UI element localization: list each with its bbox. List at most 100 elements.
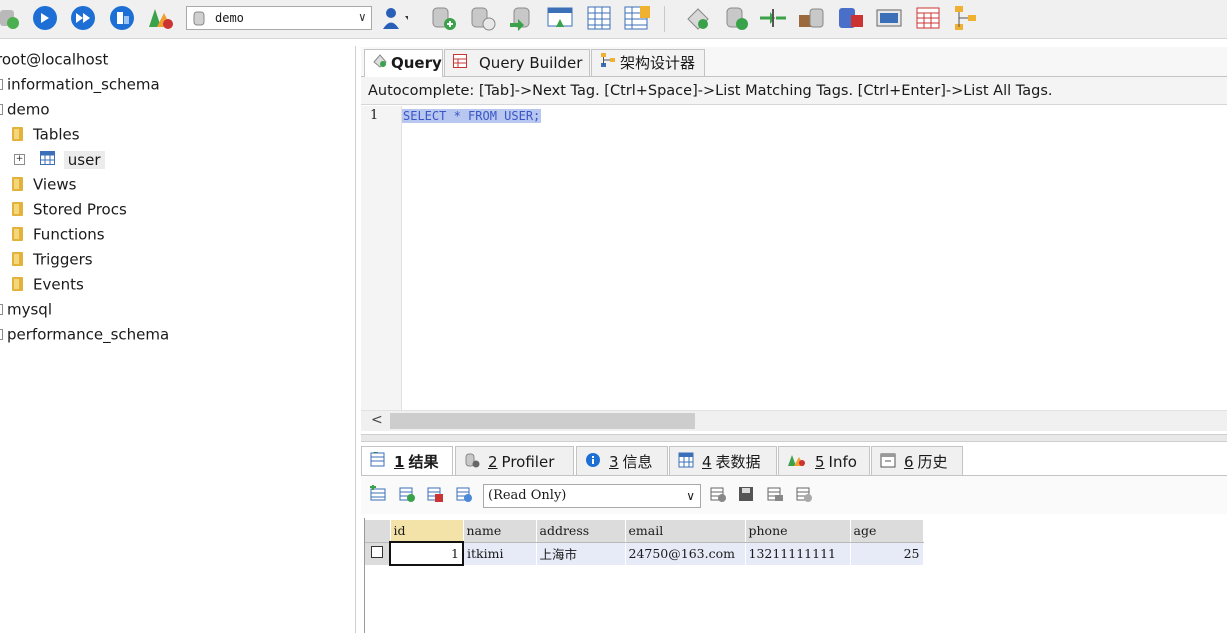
grid-cell[interactable]: itkimi — [463, 542, 537, 565]
new-database-icon[interactable] — [430, 4, 458, 32]
tree-folder-views[interactable]: Views — [12, 173, 76, 195]
column-header[interactable]: name — [463, 520, 537, 543]
line-number-gutter: 1 — [361, 106, 402, 410]
tab-table-data[interactable]: 4 表数据 — [669, 446, 777, 475]
calendar-icon[interactable] — [914, 4, 942, 32]
folder-icon — [12, 176, 23, 191]
data-sync-icon[interactable] — [723, 4, 751, 32]
query-builder-icon[interactable] — [836, 4, 864, 32]
column-header[interactable]: phone — [745, 520, 851, 543]
profiler-icon — [464, 448, 480, 478]
pane-splitter[interactable] — [361, 434, 1227, 442]
grid-settings-icon[interactable] — [795, 485, 813, 507]
row-checkbox[interactable] — [365, 542, 391, 565]
refresh-icon[interactable] — [31, 4, 59, 32]
execute-all-icon[interactable] — [108, 4, 136, 32]
tab-query-builder[interactable]: Query Builder — [444, 49, 590, 76]
drop-database-icon[interactable] — [469, 4, 497, 32]
tree-db-performance-schema[interactable]: performance_schema — [0, 323, 169, 345]
toolbar-separator — [664, 6, 665, 32]
data-transfer-icon[interactable] — [797, 4, 825, 32]
column-header[interactable]: email — [625, 520, 746, 543]
folder-icon — [12, 251, 23, 266]
tree-table-user[interactable]: + user — [14, 148, 105, 170]
schema-sync-icon[interactable] — [758, 4, 786, 32]
column-header[interactable]: age — [850, 520, 924, 543]
expand-icon[interactable]: + — [14, 154, 25, 165]
line-number: 1 — [370, 108, 379, 123]
checkbox-icon[interactable] — [371, 546, 383, 559]
backup-icon[interactable] — [508, 4, 536, 32]
database-icon — [193, 11, 205, 29]
tab-query[interactable]: Query — [364, 49, 443, 77]
sql-text[interactable]: SELECT * FROM USER; — [402, 109, 542, 123]
query-builder-icon — [453, 50, 467, 77]
table-data-icon — [678, 448, 694, 478]
tab-info[interactable]: 5 Info — [778, 446, 870, 475]
tab-profiler[interactable]: 2 Profiler — [455, 446, 574, 475]
export-icon[interactable] — [709, 485, 727, 507]
result-tab-bar: 1 结果 2 Profiler 3 信息 4 表数据 5 Info 6 历史 — [361, 446, 1227, 476]
main-toolbar: demo ∨ — [0, 0, 1227, 39]
column-header[interactable]: address — [536, 520, 626, 543]
chevron-down-icon[interactable]: ∨ — [359, 10, 366, 24]
column-header[interactable]: id — [390, 520, 464, 543]
grid-cell[interactable]: 25 — [850, 542, 924, 565]
result-grid-area: id name address email phone age 1 itkimi… — [364, 518, 1227, 633]
object-browser: root@localhost information_schema demo T… — [0, 46, 356, 633]
user-manager-icon[interactable] — [380, 4, 408, 32]
schema-tools-icon[interactable] — [146, 4, 174, 32]
chevron-down-icon[interactable]: ∨ — [686, 485, 695, 507]
calendar-icon — [880, 448, 896, 478]
grid-header-row: id name address email phone age — [365, 520, 924, 543]
info-icon — [585, 448, 601, 478]
database-selector-value: demo — [215, 11, 244, 25]
tree-folder-triggers[interactable]: Triggers — [12, 248, 93, 270]
result-toolbar: (Read Only) ∨ — [361, 476, 1227, 514]
save-row-icon[interactable] — [398, 485, 416, 507]
database-selector[interactable]: demo ∨ — [186, 6, 372, 30]
sql-editor[interactable]: 1 SELECT * FROM USER; — [361, 106, 1227, 410]
grid-cell[interactable]: 1 — [389, 541, 464, 566]
execute-icon[interactable] — [69, 4, 97, 32]
copy-grid-icon[interactable] — [766, 485, 784, 507]
tree-folder-tables[interactable]: Tables — [12, 123, 80, 145]
tree-db-demo[interactable]: demo — [0, 98, 50, 120]
autocomplete-hint: Autocomplete: [Tab]->Next Tag. [Ctrl+Spa… — [361, 77, 1227, 105]
grid-mode-select[interactable]: (Read Only) ∨ — [483, 484, 701, 508]
grid-cell[interactable]: 13211111111 — [745, 542, 851, 565]
scroll-left-icon[interactable]: < — [371, 412, 383, 428]
sql-tool-icon[interactable] — [684, 4, 712, 32]
tree-folder-functions[interactable]: Functions — [12, 223, 105, 245]
table-designer-icon[interactable] — [623, 4, 651, 32]
tree-folder-stored-procs[interactable]: Stored Procs — [12, 198, 127, 220]
hierarchy-icon[interactable] — [952, 4, 980, 32]
tree-folder-events[interactable]: Events — [12, 273, 84, 295]
save-grid-icon[interactable] — [737, 485, 755, 507]
editor-horizontal-scrollbar[interactable]: < — [361, 410, 1227, 431]
delete-row-icon[interactable] — [426, 485, 444, 507]
add-row-icon[interactable] — [369, 485, 387, 507]
tree-db-mysql[interactable]: mysql — [0, 298, 52, 320]
scrollbar-thumb[interactable] — [390, 413, 695, 429]
folder-icon — [12, 276, 23, 291]
tree-root-connection[interactable]: root@localhost — [0, 48, 108, 70]
result-grid: id name address email phone age 1 itkimi… — [365, 520, 924, 566]
tab-schema-designer[interactable]: 架构设计器 — [591, 49, 705, 76]
table-row[interactable]: 1 itkimi 上海市 24750@163.com 13211111111 2… — [365, 541, 924, 566]
tab-results[interactable]: 1 结果 — [361, 446, 453, 475]
import-icon[interactable] — [546, 4, 574, 32]
table-icon — [39, 149, 55, 171]
connect-icon[interactable] — [0, 4, 22, 32]
grid-cell[interactable]: 24750@163.com — [625, 542, 746, 565]
table-grid-icon[interactable] — [586, 4, 614, 32]
editor-tab-bar: Query Query Builder 架构设计器 — [361, 47, 1227, 77]
tree-db-information-schema[interactable]: information_schema — [0, 73, 160, 95]
grid-cell[interactable]: 上海市 — [536, 542, 626, 565]
monitor-icon[interactable] — [875, 4, 903, 32]
row-header-corner — [365, 520, 391, 543]
folder-icon — [12, 226, 23, 241]
refresh-grid-icon[interactable] — [455, 485, 473, 507]
tab-messages[interactable]: 3 信息 — [576, 446, 668, 475]
tab-history[interactable]: 6 历史 — [871, 446, 963, 475]
